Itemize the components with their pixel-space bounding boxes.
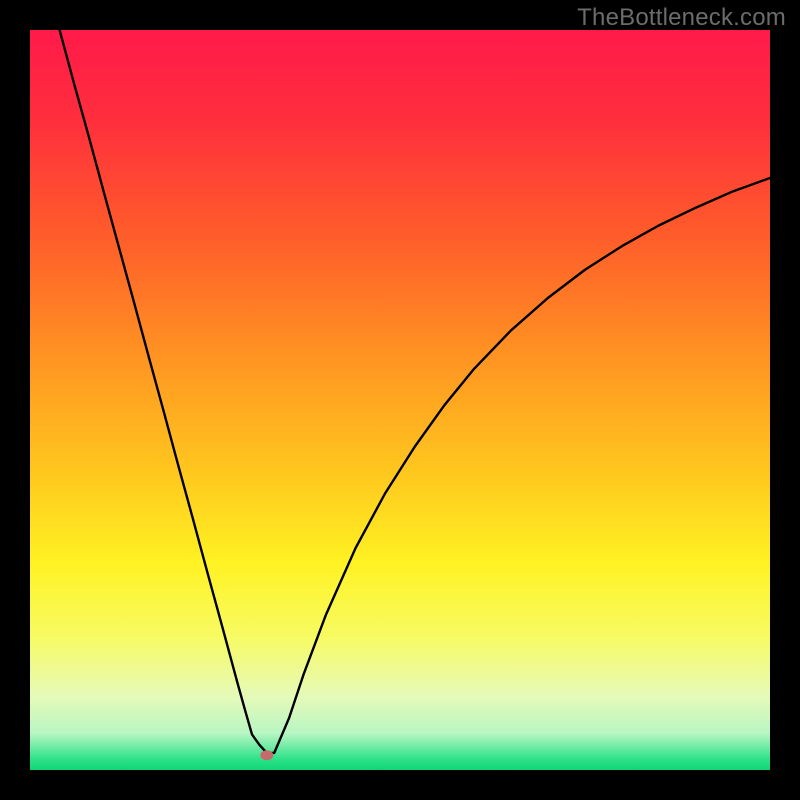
plot-area <box>30 30 770 770</box>
chart-background <box>30 30 770 770</box>
chart-svg <box>30 30 770 770</box>
chart-frame: TheBottleneck.com <box>0 0 800 800</box>
marker-dot <box>260 750 273 760</box>
watermark-text: TheBottleneck.com <box>577 4 786 32</box>
